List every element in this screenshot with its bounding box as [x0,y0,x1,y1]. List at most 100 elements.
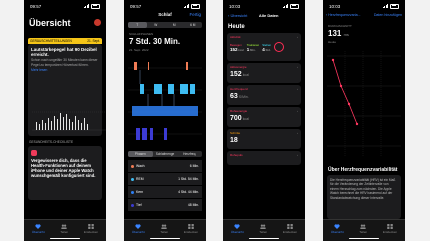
home-indicator [249,237,279,239]
signal-icon [183,4,189,8]
tab-overview[interactable]: Übersicht [331,224,344,234]
status-time: 09:57 [130,3,142,9]
banner-label: GERÄUSCHMITTEILUNGEN [30,39,72,43]
tile-activity[interactable]: Aktivität › Bewegen 152 kcal Trainieren 1 M… [227,33,301,61]
status-time: 09:57 [30,3,42,9]
summary-value: 7 Std. 30 Min. [129,37,181,46]
stage-row-deep[interactable]: Tief 48 Min. [128,199,202,211]
tab-overview[interactable]: Übersicht [132,224,145,234]
phone-overview-screen: 09:57 Übersicht GERÄUSCHMITTEILUNGEN 21.… [24,0,106,241]
summary-date: 21. Sept. 2022 [129,48,149,52]
noise-mini-chart [32,111,106,131]
home-indicator [150,237,180,239]
people-icon [161,224,168,229]
tab-share[interactable]: Teilen [60,224,68,234]
read-more-link[interactable]: Mehr lesen [28,67,102,73]
avatar[interactable] [94,19,101,26]
phone-hrv-screen: 10:03 ‹ Herzfrequenzvaria... Daten hinzu… [323,0,405,241]
heart-icon [135,224,141,229]
tab-overview[interactable]: Übersicht [32,224,45,234]
segment-day[interactable]: T [128,22,147,28]
signal-icon [282,4,288,8]
segment-6-months[interactable]: 6 M [184,22,203,28]
card-title: Lautstärkepegel hat 90 Dezibel erreicht. [31,47,97,57]
status-bar: 09:57 [130,3,200,9]
tab-browse[interactable]: Entdecken [184,224,198,234]
phone-all-data-screen: 10:03 ‹ Übersicht Alle Daten Heute Aktiv… [223,0,305,241]
hrv-line-chart [327,51,401,156]
people-icon [360,224,367,229]
sleep-stages-chart [128,62,202,140]
tab-share[interactable]: Teilen [160,224,168,234]
phone-sleep-screen: 09:57 Schlaf Fertig T W M 6 M SCHLAFPHAS… [124,0,206,241]
segment-heart-rate[interactable]: Herzfreq. [177,151,202,157]
tile-activity-name: Aktivität [230,35,241,39]
people-icon [260,224,267,229]
chevron-right-icon: › [297,87,298,91]
tab-share[interactable]: Teilen [259,224,267,234]
view-segmented-control[interactable]: Phasen Schlafmenge Herzfreq. [128,151,202,157]
grid-icon [88,224,94,229]
done-button[interactable]: Fertig [189,12,201,17]
tile-resting-energy[interactable]: Ruheenergie › 700kcal [227,107,301,127]
tab-share[interactable]: Teilen [359,224,367,234]
rem-color-dot [131,177,134,181]
deep-color-dot [131,203,134,207]
tile-resting-heart-rate[interactable]: Ruhepuls › [227,151,301,165]
back-button[interactable]: ‹ Herzfrequenzvaria... [326,13,361,17]
chevron-right-icon: › [297,131,298,135]
ring-move: Bewegen 152 kcal [230,42,244,52]
nav-title: Schlaf [158,12,172,17]
average-label: DURCHSCHNITT [328,24,352,28]
nav-title: Alle Daten [258,13,279,18]
grid-icon [188,224,194,229]
add-data-button[interactable]: Daten hinzufügen [374,13,402,17]
stage-row-core[interactable]: Kern 4 Std. 44 Min. [128,186,202,198]
summary-label: SCHLAFPHASEN [129,32,154,36]
battery-icon [290,3,299,9]
about-hrv-heading: Über Herzfrequenzvariabilität [328,167,398,173]
tab-browse[interactable]: Entdecken [84,224,98,234]
tile-steps[interactable]: Schritte › 18 [227,129,301,149]
health-checklist-heading: GESUNDHEITS-CHECKLISTE [29,140,74,144]
status-icons [382,3,399,9]
page-title: Übersicht [29,18,71,28]
status-time: 10:03 [229,3,241,9]
core-color-dot [131,190,134,194]
signal-icon [382,4,388,8]
tab-browse[interactable]: Entdecken [283,224,297,234]
grid-icon [287,224,293,229]
chevron-right-icon: › [297,109,298,113]
stage-row-awake[interactable]: Wach 6 Min. [128,160,202,172]
nav-bar: Schlaf Fertig [124,12,206,20]
tab-browse[interactable]: Entdecken [383,224,397,234]
health-checklist-card[interactable]: Vergewissere dich, dass die Health-Funkt… [28,146,102,200]
noise-notification-card[interactable]: Lautstärkepegel hat 90 Dezibel erreicht.… [28,44,106,136]
battery-icon [390,3,399,9]
period-segmented-control[interactable]: T W M 6 M [128,22,202,28]
back-button[interactable]: ‹ Übersicht [228,13,247,18]
heart-icon [35,224,41,229]
heart-icon [334,224,340,229]
home-indicator [50,237,80,239]
battery-icon [191,3,200,9]
nav-bar: ‹ Herzfrequenzvaria... Daten hinzufügen [326,13,402,17]
heart-icon [234,224,240,229]
about-hrv-text: Die Herzfrequenzvariabilität (HRV) ist e… [327,175,401,219]
stage-row-rem[interactable]: REM 1 Std. 54 Min. [128,173,202,185]
segment-week[interactable]: W [147,22,166,28]
status-bar: 10:03 [229,3,299,9]
segment-amount[interactable]: Schlafmenge [153,151,178,157]
segment-month[interactable]: M [165,22,184,28]
status-icons [282,3,299,9]
activity-rings: Bewegen 152 kcal Trainieren 1 Min. Stehen 4… [227,41,301,53]
tile-active-energy[interactable]: Aktivenergie › 152kcal [227,63,301,83]
chevron-right-icon: › [297,65,298,69]
battery-icon [91,3,100,9]
tile-heart-rate[interactable]: Herzfrequenz › 63S/Min. [227,85,301,105]
people-icon [61,224,68,229]
segment-stages[interactable]: Phasen [128,151,153,157]
tab-overview[interactable]: Übersicht [231,224,244,234]
chevron-right-icon: › [297,35,298,39]
status-bar: 09:57 [30,3,100,9]
